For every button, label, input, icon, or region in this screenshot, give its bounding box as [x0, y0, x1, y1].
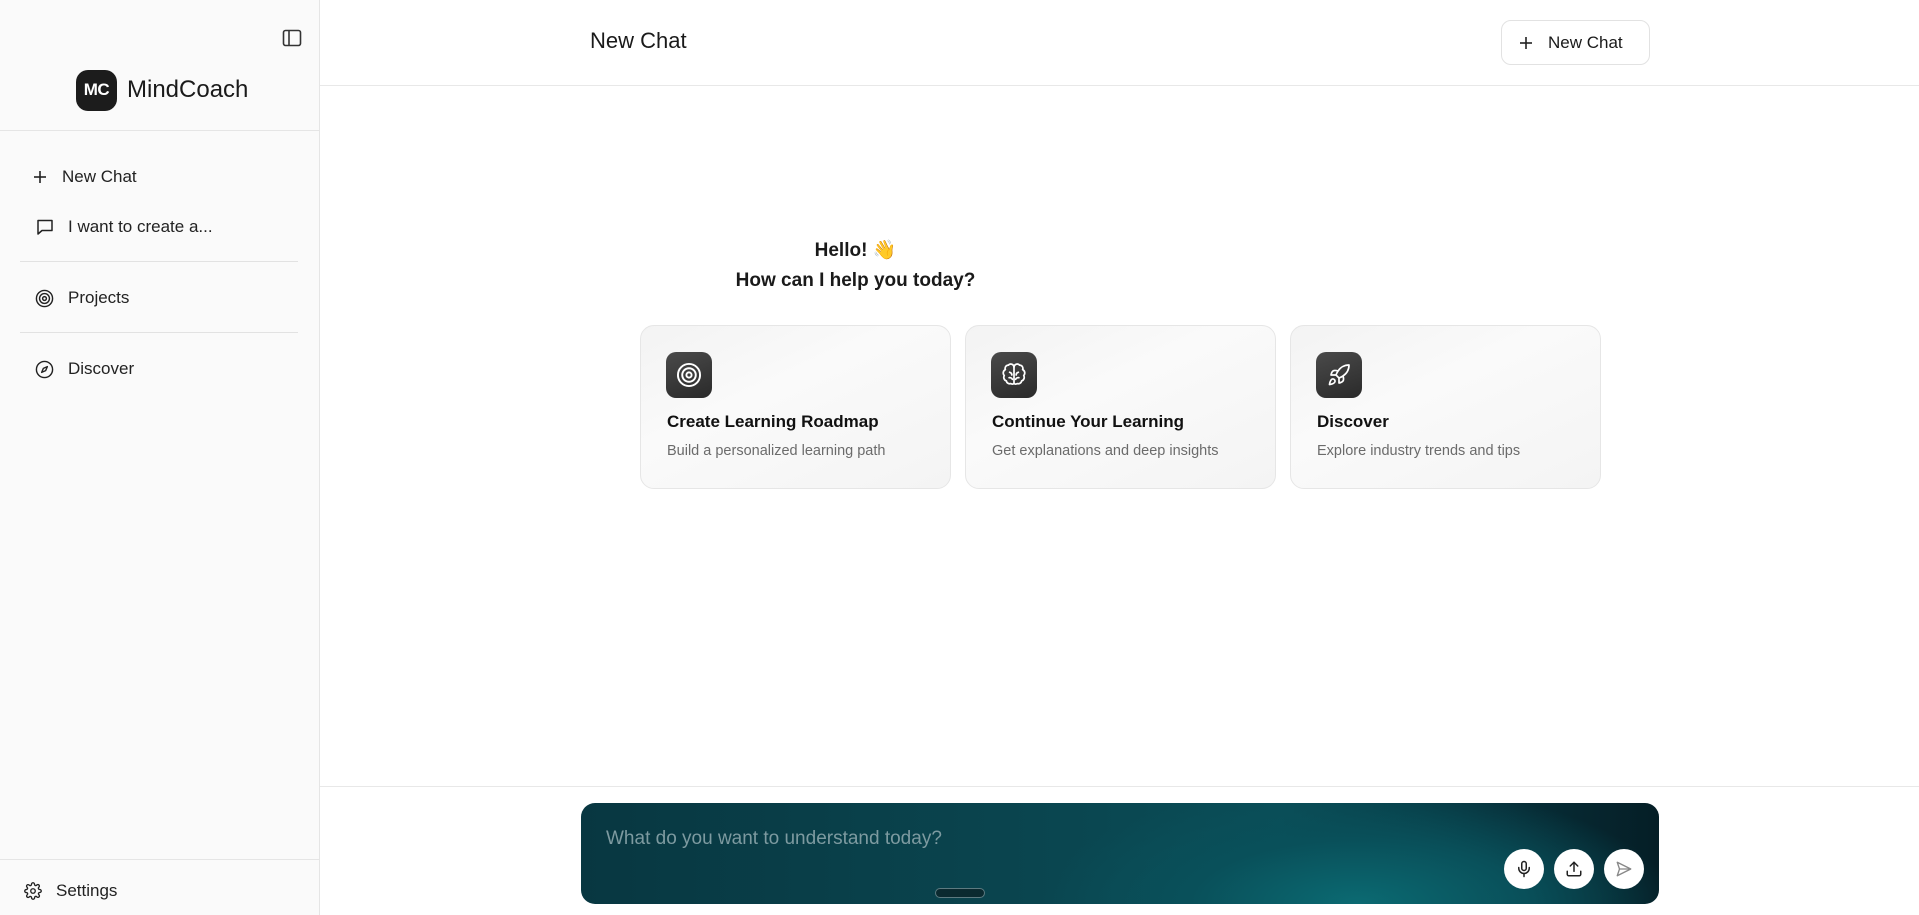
- card-title: Create Learning Roadmap: [667, 412, 879, 431]
- card-subtitle: Explore industry trends and tips: [1317, 443, 1521, 459]
- target-icon: [35, 289, 54, 307]
- card-subtitle: Build a personalized learning path: [667, 443, 886, 459]
- greeting-question: How can I help you today?: [735, 270, 976, 291]
- settings-button[interactable]: Settings: [24, 874, 117, 908]
- card-title: Discover: [1317, 412, 1389, 431]
- brand-logo: MC: [76, 69, 117, 111]
- sidebar-divider: [0, 130, 320, 131]
- new-chat-label: New Chat: [1548, 32, 1623, 52]
- sidebar-toggle-icon: [282, 29, 302, 47]
- new-chat-button[interactable]: New Chat: [1501, 20, 1650, 65]
- upload-button[interactable]: [1554, 849, 1594, 889]
- card-create-learning-roadmap[interactable]: Create Learning Roadmap Build a personal…: [640, 325, 951, 489]
- sidebar-item-discover[interactable]: Discover: [20, 351, 300, 387]
- app-root: MC MindCoach New Chat I want to create a…: [0, 0, 1919, 915]
- send-icon: [1616, 861, 1632, 877]
- sidebar-item-label: I want to create a...: [68, 217, 213, 236]
- message-input[interactable]: [606, 825, 1366, 853]
- greeting: Hello! 👋 How can I help you today?: [320, 236, 1919, 296]
- microphone-icon: [1518, 860, 1530, 878]
- compass-icon: [35, 360, 54, 378]
- brand[interactable]: MC MindCoach: [76, 69, 249, 111]
- upload-icon: [1566, 861, 1582, 877]
- settings-label: Settings: [56, 881, 118, 900]
- chat-bubble-icon: [37, 219, 53, 235]
- page-title: New Chat: [590, 28, 687, 53]
- card-title: Continue Your Learning: [992, 412, 1185, 431]
- brain-icon: [991, 352, 1037, 398]
- send-button[interactable]: [1604, 849, 1644, 889]
- header: New Chat New Chat: [320, 0, 1919, 86]
- composer: [581, 803, 1659, 904]
- resize-handle[interactable]: [935, 888, 985, 898]
- composer-divider: [320, 786, 1919, 787]
- rocket-icon: [1316, 352, 1362, 398]
- card-discover[interactable]: Discover Explore industry trends and tip…: [1290, 325, 1601, 489]
- sidebar: MC MindCoach New Chat I want to create a…: [0, 0, 320, 915]
- sidebar-divider: [20, 332, 298, 333]
- sidebar-item-label: Discover: [68, 359, 135, 378]
- sidebar-divider: [0, 859, 320, 860]
- plus-icon: [1520, 36, 1532, 49]
- sidebar-item-new-chat[interactable]: New Chat: [20, 159, 300, 195]
- plus-icon: [34, 171, 46, 183]
- card-continue-your-learning[interactable]: Continue Your Learning Get explanations …: [965, 325, 1276, 489]
- gear-icon: [24, 882, 42, 900]
- target-icon: [666, 352, 712, 398]
- brand-name: MindCoach: [127, 76, 249, 103]
- microphone-button[interactable]: [1504, 849, 1544, 889]
- sidebar-toggle-button[interactable]: [281, 27, 303, 49]
- card-subtitle: Get explanations and deep insights: [992, 443, 1219, 459]
- sidebar-item-label: New Chat: [62, 167, 137, 186]
- greeting-hello: Hello! 👋: [814, 240, 897, 261]
